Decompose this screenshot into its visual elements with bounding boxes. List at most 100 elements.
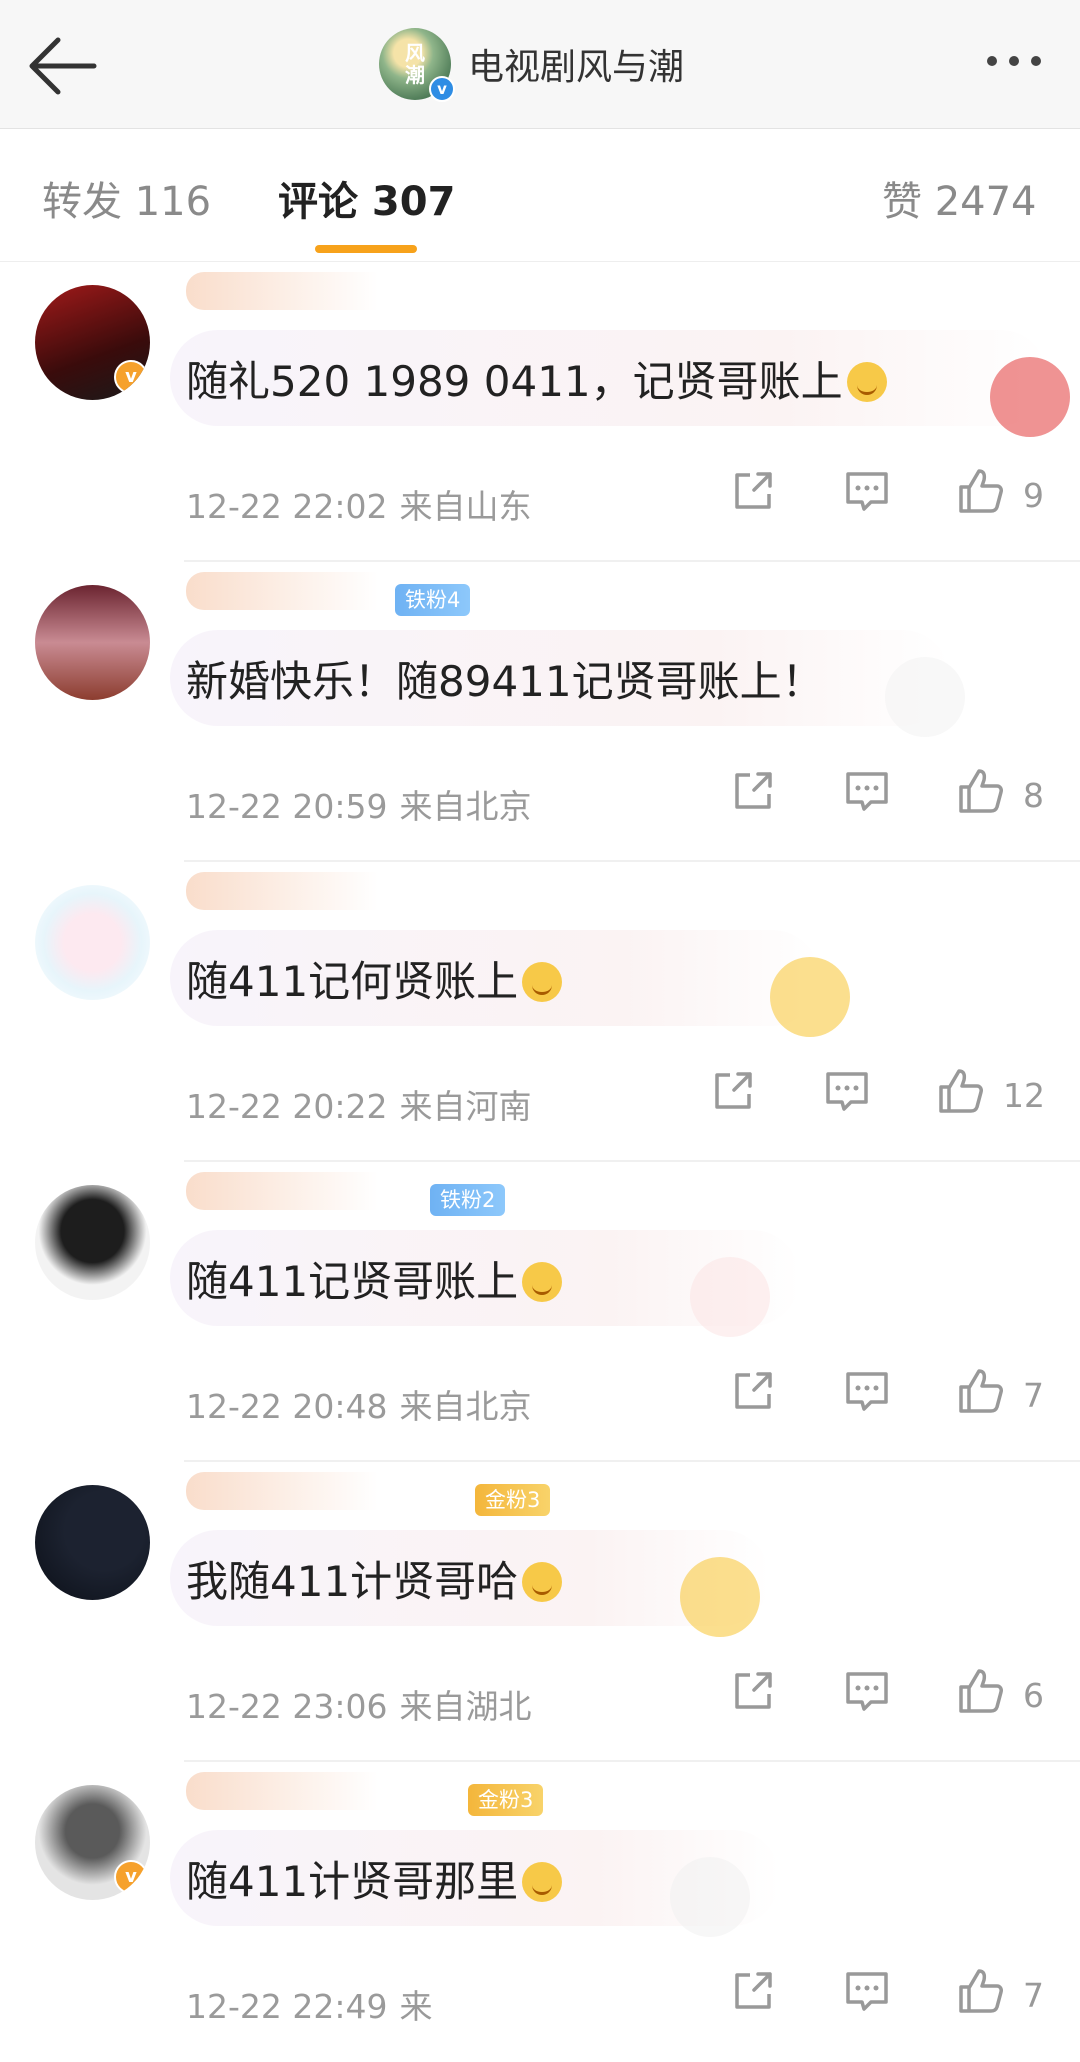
reply-button[interactable]: [842, 766, 892, 816]
share-icon: [735, 472, 772, 509]
comment-meta: 12-22 20:59 来自北京: [186, 780, 531, 828]
user-avatar[interactable]: v: [35, 1785, 150, 1900]
comment-meta: 12-22 20:48 来自北京: [186, 1380, 531, 1428]
active-tab-indicator: [315, 245, 417, 253]
comment-icon: [846, 1372, 888, 1411]
fan-badge: 铁粉2: [430, 1184, 506, 1216]
more-dots-icon[interactable]: [978, 46, 1050, 76]
share-icon: [735, 1372, 772, 1409]
thumbs-up-icon: [959, 769, 1003, 813]
comment-text: 随礼520 1989 0411，记贤哥账上: [186, 348, 887, 409]
verified-badge: v: [114, 360, 148, 394]
tab-reposts[interactable]: 转发 116: [42, 169, 211, 227]
user-avatar[interactable]: [35, 1485, 150, 1600]
username-blurred[interactable]: [186, 872, 426, 910]
comment-item: 随411记何贤账上 12-22 20:22 来自河南 12: [0, 862, 1080, 1162]
tab-likes[interactable]: 赞 2474: [882, 169, 1037, 227]
doge-emoji: [522, 1862, 563, 1902]
like-button[interactable]: [935, 1066, 985, 1116]
reply-button[interactable]: [842, 1666, 892, 1716]
like-button[interactable]: [955, 466, 1005, 516]
verified-badge: v: [114, 1860, 148, 1894]
bubble-sticker-icon: [885, 657, 965, 737]
bubble-sticker-icon: [990, 357, 1070, 437]
comment-icon: [846, 772, 888, 811]
share-icon: [735, 1672, 772, 1709]
tab-comments[interactable]: 评论 307: [278, 169, 455, 227]
bubble-sticker-icon: [770, 957, 850, 1037]
comment-meta: 12-22 22:49 来: [186, 1980, 432, 2028]
reply-button[interactable]: [842, 1966, 892, 2016]
top-bar: 风潮 v 电视剧风与潮: [0, 0, 1080, 129]
comment-icon: [846, 1972, 888, 2011]
verified-badge: v: [429, 76, 455, 102]
comment-item: v 金粉3 随411计贤哥那里 12-22 22:49 来 7: [0, 1762, 1080, 2062]
grin-emoji: [522, 1562, 563, 1602]
comment-text: 新婚快乐！随89411记贤哥账上！: [186, 657, 824, 706]
user-avatar[interactable]: [35, 885, 150, 1000]
username-blurred[interactable]: [186, 272, 426, 310]
bubble-sticker-icon: [670, 1857, 750, 1937]
account-avatar[interactable]: 风潮 v: [379, 28, 455, 102]
like-button[interactable]: [955, 1366, 1005, 1416]
username-blurred[interactable]: [186, 1172, 426, 1210]
like-count: 9: [1023, 476, 1044, 515]
comment-time: 12-22 22:49: [186, 1987, 388, 2026]
thumbs-up-icon: [959, 469, 1003, 513]
comment-location: 来: [399, 1987, 433, 2026]
like-button[interactable]: [955, 1666, 1005, 1716]
thumbs-up-icon: [939, 1069, 983, 1113]
comment-text: 随411记贤哥账上: [186, 1248, 563, 1309]
share-button[interactable]: [728, 1666, 778, 1716]
share-icon: [735, 772, 772, 809]
like-count: 12: [1003, 1076, 1045, 1115]
username-blurred[interactable]: [186, 572, 426, 610]
reply-button[interactable]: [822, 1066, 872, 1116]
star-emoji: [846, 362, 887, 402]
arrow-left-icon: [29, 37, 97, 95]
comment-icon: [826, 1072, 868, 1111]
like-button[interactable]: [955, 766, 1005, 816]
like-count: 8: [1023, 776, 1044, 815]
share-button[interactable]: [728, 766, 778, 816]
thumbs-up-icon: [959, 1369, 1003, 1413]
account-name[interactable]: 电视剧风与潮: [468, 38, 684, 90]
comment-item: 铁粉4 新婚快乐！随89411记贤哥账上！ 12-22 20:59 来自北京 8: [0, 562, 1080, 862]
comment-time: 12-22 20:48: [186, 1387, 388, 1426]
back-button[interactable]: [22, 28, 112, 104]
comment-location: 来自北京: [399, 1387, 532, 1426]
comment-meta: 12-22 22:02 来自山东: [186, 480, 531, 528]
share-button[interactable]: [728, 1966, 778, 2016]
reply-button[interactable]: [842, 1366, 892, 1416]
reply-button[interactable]: [842, 466, 892, 516]
comment-location: 来自北京: [399, 787, 532, 826]
comment-location: 来自山东: [399, 487, 532, 526]
like-count: 6: [1023, 1676, 1044, 1715]
user-avatar[interactable]: [35, 1185, 150, 1300]
comment-item: v 随礼520 1989 0411，记贤哥账上 12-22 22:02 来自山东 …: [0, 262, 1080, 562]
like-button[interactable]: [955, 1966, 1005, 2016]
like-count: 7: [1023, 1976, 1044, 2015]
username-blurred[interactable]: [186, 1772, 426, 1810]
fan-badge: 金粉3: [475, 1484, 551, 1516]
comment-location: 来自河南: [399, 1087, 532, 1126]
thumbs-up-icon: [959, 1969, 1003, 2013]
username-blurred[interactable]: [186, 1472, 426, 1510]
share-button[interactable]: [728, 1366, 778, 1416]
user-avatar[interactable]: v: [35, 285, 150, 400]
comment-time: 12-22 20:22: [186, 1087, 388, 1126]
comment-icon: [846, 472, 888, 511]
share-button[interactable]: [708, 1066, 758, 1116]
user-avatar[interactable]: [35, 585, 150, 700]
like-count: 7: [1023, 1376, 1044, 1415]
account-avatar-text: 风潮: [405, 41, 425, 87]
share-button[interactable]: [728, 466, 778, 516]
comment-item: 铁粉2 随411记贤哥账上 12-22 20:48 来自北京 7: [0, 1162, 1080, 1462]
kiss-emoji: [522, 1262, 563, 1302]
comment-meta: 12-22 20:22 来自河南: [186, 1080, 531, 1128]
comment-meta: 12-22 23:06 来自湖北: [186, 1680, 531, 1728]
thumbs-up-icon: [959, 1669, 1003, 1713]
share-icon: [715, 1072, 752, 1109]
comment-text: 随411计贤哥那里: [186, 1848, 563, 1909]
comment-text: 我随411计贤哥哈: [186, 1548, 563, 1609]
